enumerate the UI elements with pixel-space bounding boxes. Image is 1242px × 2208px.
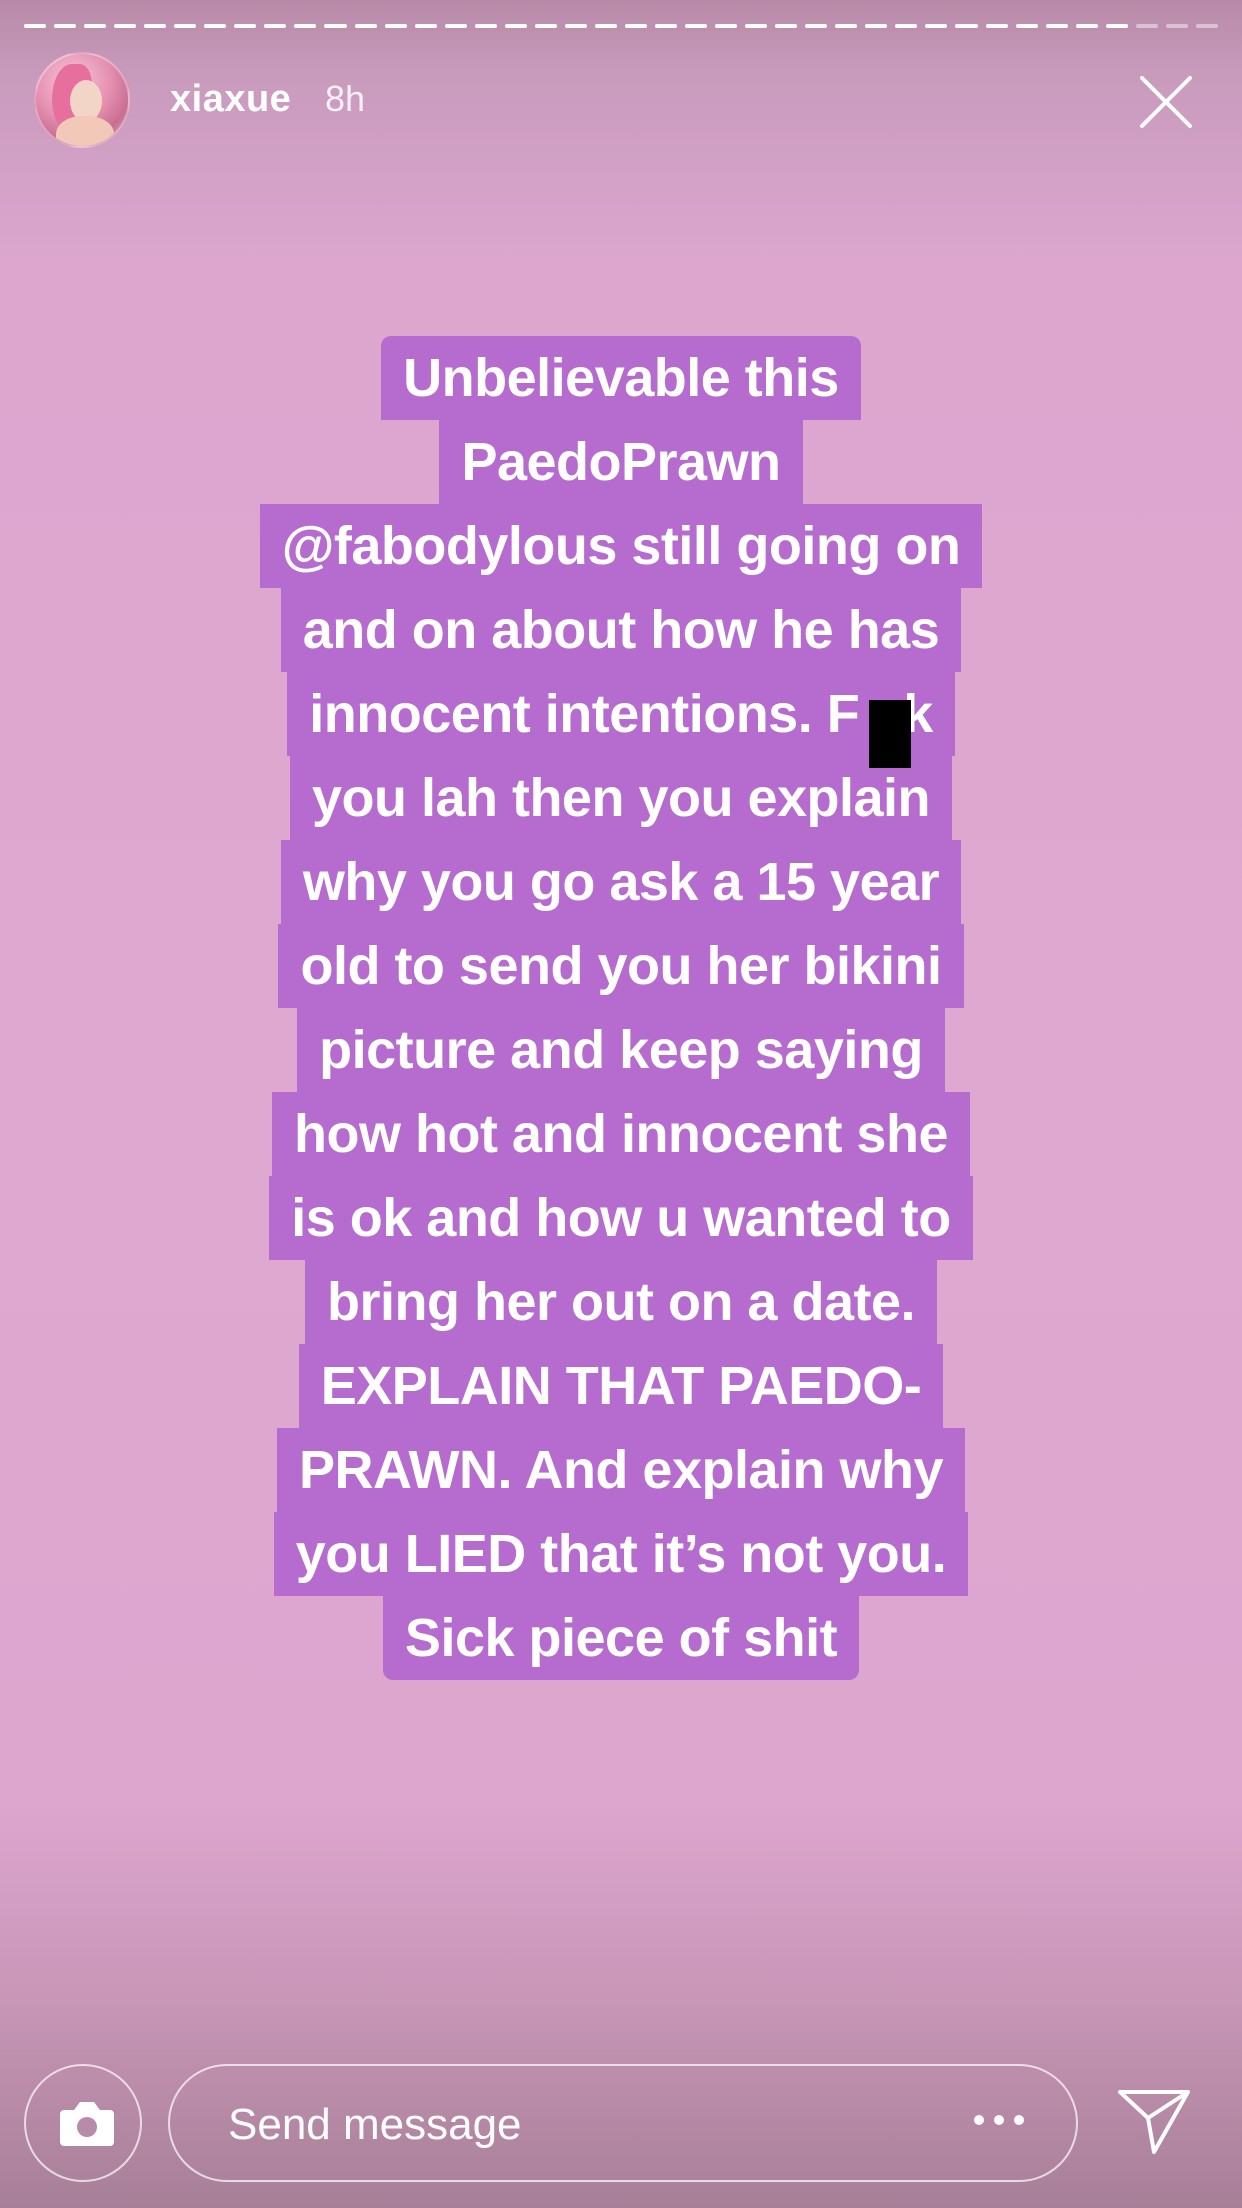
progress-segment — [114, 24, 137, 28]
story-text-line: is ok and how u wanted to — [269, 1176, 973, 1260]
progress-segment — [1135, 24, 1158, 28]
more-button[interactable] — [972, 2110, 1026, 2130]
progress-segment — [685, 24, 708, 28]
progress-segment — [925, 24, 948, 28]
progress-segment — [384, 24, 407, 28]
story-text-line: Sick piece of shit — [382, 1596, 860, 1680]
progress-segment — [24, 24, 47, 28]
progress-segment — [1075, 24, 1098, 28]
avatar[interactable] — [34, 52, 130, 148]
reply-bar: Send message — [0, 2064, 1242, 2184]
progress-segment — [144, 24, 167, 28]
story-text-line: and on about how he has — [280, 588, 962, 672]
progress-segment — [835, 24, 858, 28]
progress-segment — [264, 24, 287, 28]
send-message-input[interactable]: Send message — [168, 2064, 1078, 2182]
camera-button[interactable] — [24, 2064, 142, 2182]
progress-segment — [865, 24, 888, 28]
progress-segment — [1165, 24, 1188, 28]
story-text-line: Unbelievable this — [381, 336, 861, 420]
progress-segment — [775, 24, 798, 28]
progress-segment — [715, 24, 738, 28]
progress-segment — [294, 24, 317, 28]
progress-segment — [414, 24, 437, 28]
progress-segment — [234, 24, 257, 28]
story-text-line: innocent intentions. F ck — [287, 672, 955, 756]
camera-icon — [60, 2102, 114, 2146]
story-text-line: bring her out on a date. — [304, 1260, 937, 1344]
send-icon — [1118, 2090, 1190, 2154]
progress-segment — [1105, 24, 1128, 28]
progress-segment — [564, 24, 587, 28]
progress-segment — [805, 24, 828, 28]
progress-segment — [624, 24, 647, 28]
progress-segment — [474, 24, 497, 28]
story-text-block: Unbelievable this PaedoPrawn @fabodylous s… — [0, 336, 1242, 1680]
progress-segment — [895, 24, 918, 28]
story-progress-bar — [24, 24, 1218, 30]
progress-segment — [444, 24, 467, 28]
more-dots-icon — [974, 2115, 1024, 2125]
story-text-line: old to send you her bikini — [278, 924, 964, 1008]
progress-segment — [985, 24, 1008, 28]
send-button[interactable] — [1116, 2086, 1192, 2156]
story-text-line: PaedoPrawn — [439, 420, 803, 504]
progress-segment — [84, 24, 107, 28]
progress-segment — [1015, 24, 1038, 28]
story-text-line: you lah then you explain — [289, 756, 953, 840]
progress-segment — [174, 24, 197, 28]
redaction-mark — [869, 700, 911, 768]
close-icon — [1140, 76, 1192, 128]
story-text-line: picture and keep saying — [297, 1008, 945, 1092]
progress-segment — [955, 24, 978, 28]
story-text-line: PRAWN. And explain why — [276, 1428, 966, 1512]
progress-segment — [534, 24, 557, 28]
progress-segment — [1195, 24, 1218, 28]
story-header: xiaxue 8h — [34, 52, 1218, 152]
progress-segment — [54, 24, 77, 28]
story-text-line: @fabodylous still going on — [259, 504, 983, 588]
progress-segment — [1045, 24, 1068, 28]
progress-segment — [504, 24, 527, 28]
progress-segment — [204, 24, 227, 28]
story-text-line: EXPLAIN THAT PAEDO- — [298, 1344, 944, 1428]
progress-segment — [324, 24, 347, 28]
progress-segment — [745, 24, 768, 28]
close-button[interactable] — [1138, 74, 1194, 130]
progress-segment — [354, 24, 377, 28]
progress-segment — [594, 24, 617, 28]
post-time: 8h — [325, 78, 366, 119]
story-text-line: you LIED that it’s not you. — [273, 1512, 969, 1596]
story-text-line: why you go ask a 15 year — [280, 840, 962, 924]
message-placeholder: Send message — [228, 2100, 522, 2149]
username[interactable]: xiaxue — [170, 78, 291, 121]
story-text-line: how hot and innocent she — [272, 1092, 970, 1176]
progress-segment — [654, 24, 678, 28]
